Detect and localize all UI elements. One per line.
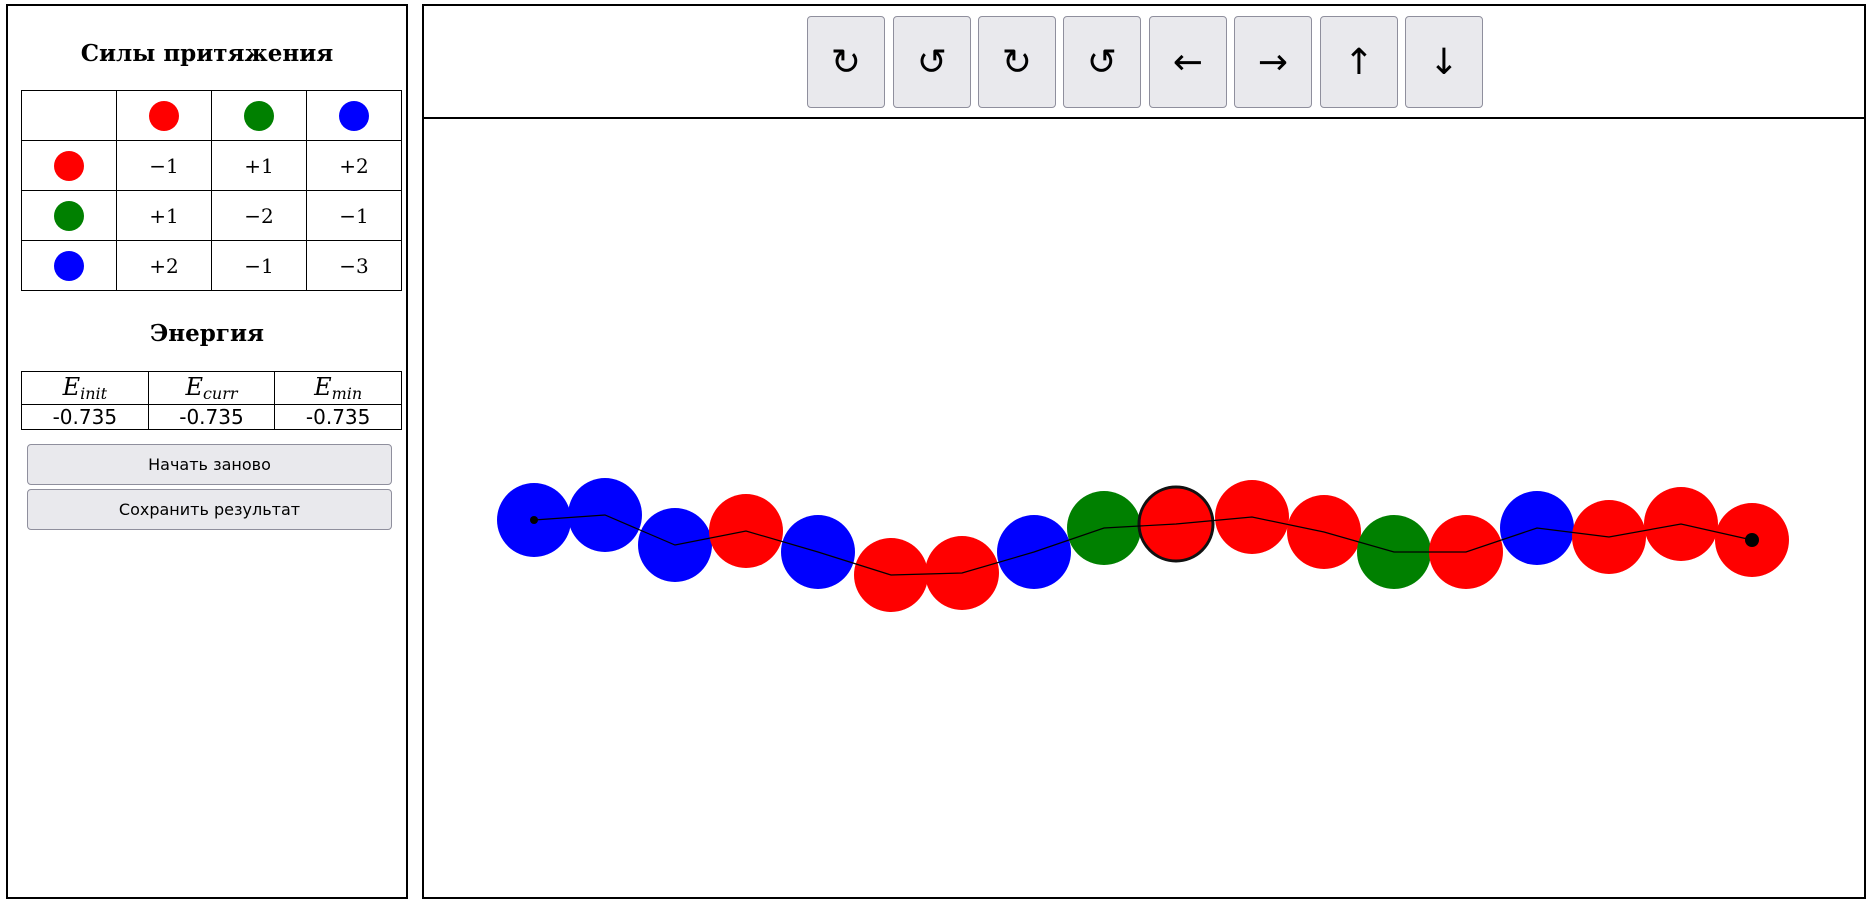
save-result-button[interactable]: Сохранить результат (27, 489, 392, 530)
green-particle-icon (54, 200, 84, 231)
energy-title: Энергия (150, 320, 264, 347)
chain-end-marker (1745, 533, 1759, 547)
force-value: +2 (116, 240, 212, 291)
move-up-button[interactable]: ↑ (1320, 16, 1398, 108)
green-particle-icon (244, 100, 274, 131)
rotate-cw-1-button[interactable]: ↻ (807, 16, 885, 108)
chain-start-marker (530, 516, 538, 524)
force-value: +2 (306, 140, 402, 191)
force-value: −1 (306, 190, 402, 241)
blue-particle-icon (339, 100, 369, 131)
blue-particle-icon (54, 250, 84, 281)
forces-row-red: −1 +1 +2 (21, 140, 402, 191)
force-value: −1 (116, 140, 212, 191)
rotate-cw-2-button[interactable]: ↻ (978, 16, 1056, 108)
force-value: −1 (211, 240, 307, 291)
rotate-ccw-2-button[interactable]: ↺ (1063, 16, 1141, 108)
energy-values-row: -0.735 -0.735 -0.735 (21, 404, 402, 430)
chain-canvas[interactable] (424, 119, 1864, 897)
move-down-button[interactable]: ↓ (1405, 16, 1483, 108)
rotate-ccw-1-button[interactable]: ↺ (893, 16, 971, 108)
forces-header-row (21, 90, 402, 141)
energy-init-value: -0.735 (21, 404, 149, 430)
red-particle-icon (149, 100, 179, 131)
game-panel: ↻ ↺ ↻ ↺ ← → ↑ ↓ (422, 4, 1866, 899)
forces-table: −1 +1 +2 +1 −2 −1 +2 −1 −3 (21, 90, 402, 291)
energy-header-row: Einit Ecurr Emin (21, 371, 402, 405)
forces-corner-cell (21, 90, 117, 141)
red-particle-icon (54, 150, 84, 181)
restart-button[interactable]: Начать заново (27, 444, 392, 485)
move-right-button[interactable]: → (1234, 16, 1312, 108)
energy-curr-value: -0.735 (147, 404, 276, 430)
forces-row-blue: +2 −1 −3 (21, 240, 402, 291)
energy-min-header: Emin (274, 371, 402, 405)
side-panel: Силы притяжения −1 +1 +2 +1 −2 −1 +2 −1 … (6, 4, 408, 899)
energy-min-value: -0.735 (274, 404, 402, 430)
energy-init-header: Einit (21, 371, 149, 405)
energy-curr-header: Ecurr (147, 371, 276, 405)
energy-table: Einit Ecurr Emin -0.735 -0.735 -0.735 (21, 371, 402, 430)
force-value: −3 (306, 240, 402, 291)
force-value: +1 (116, 190, 212, 241)
toolbar: ↻ ↺ ↻ ↺ ← → ↑ ↓ (424, 6, 1864, 119)
forces-row-green: +1 −2 −1 (21, 190, 402, 241)
move-left-button[interactable]: ← (1149, 16, 1227, 108)
forces-title: Силы притяжения (80, 40, 334, 67)
force-value: +1 (211, 140, 307, 191)
force-value: −2 (211, 190, 307, 241)
